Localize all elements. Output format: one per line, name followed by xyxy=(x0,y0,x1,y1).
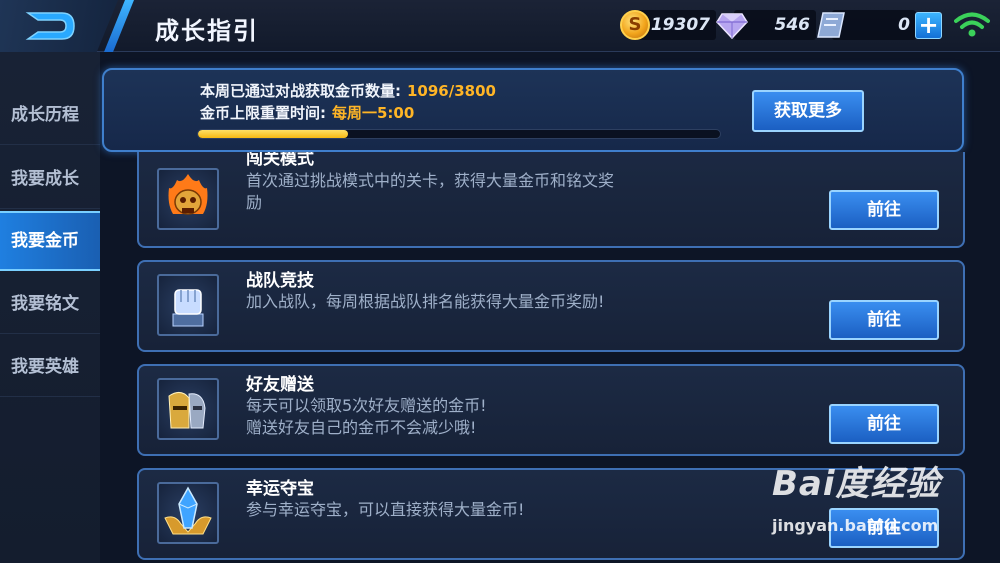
go-button-friend-gift[interactable]: 前往 xyxy=(829,404,939,444)
reset-time-label: 金币上限重置时间: xyxy=(200,104,326,122)
weekly-gold-label: 本周已通过对战获取金币数量: xyxy=(200,82,401,100)
weekly-gold-line: 本周已通过对战获取金币数量: 1096/3800 xyxy=(200,80,496,101)
voucher-amount: 0 xyxy=(898,15,910,35)
recharge-plus-button[interactable]: + xyxy=(915,12,942,39)
gold-progress-fill xyxy=(198,130,349,138)
sidebar-item-growth-history[interactable]: 成长历程 xyxy=(0,85,100,145)
task-card-team-battle: 战队竞技 加入战队，每周根据战队排名能获得大量金币奖励! 前往 xyxy=(137,260,965,352)
two-knights-icon xyxy=(157,378,219,440)
task-description: 参与幸运夺宝，可以直接获得大量金币! xyxy=(246,500,525,519)
flaming-skull-icon xyxy=(157,168,219,230)
reset-time-value: 每周一5:00 xyxy=(332,104,415,122)
task-description: 首次通过挑战模式中的关卡，获得大量金币和铭文奖励 xyxy=(246,171,615,212)
raised-fist-icon xyxy=(157,274,219,336)
page-title: 成长指引 xyxy=(155,17,259,45)
task-description-line: 每天可以领取5次好友赠送的金币! xyxy=(246,396,487,415)
gold-amount: 19307 xyxy=(650,15,710,35)
task-title: 闯关模式 xyxy=(246,152,314,169)
sidebar-item-want-inscription[interactable]: 我要铭文 xyxy=(0,274,100,334)
watermark-brand: Bai度经验 xyxy=(772,464,941,504)
task-description: 加入战队，每周根据战队排名能获得大量金币奖励! xyxy=(246,292,605,311)
baidu-jingyan-watermark: Bai度经验 jingyan.baidu.com xyxy=(772,456,941,535)
task-description-line: 赠送好友自己的金币不会减少哦! xyxy=(246,418,477,437)
task-description: 每天可以领取5次好友赠送的金币! 赠送好友自己的金币不会减少哦! xyxy=(246,395,626,439)
top-bar: 成长指引 19307 S 546 0 + xyxy=(0,0,1000,52)
task-title: 战队竞技 xyxy=(246,271,314,291)
back-button[interactable] xyxy=(0,0,118,52)
sidebar-item-want-hero[interactable]: 我要英雄 xyxy=(0,337,100,397)
voucher-card-icon xyxy=(817,12,845,38)
sidebar: 成长历程 我要成长 我要金币 我要铭文 我要英雄 xyxy=(0,52,100,563)
gold-coin-icon: S xyxy=(620,10,650,40)
weekly-gold-progress-panel: 本周已通过对战获取金币数量: 1096/3800 金币上限重置时间: 每周一5:00… xyxy=(102,68,964,152)
gold-progress-bar xyxy=(197,129,721,139)
task-card-friend-gift: 好友赠送 每天可以领取5次好友赠送的金币! 赠送好友自己的金币不会减少哦! 前往 xyxy=(137,364,965,456)
sidebar-item-want-gold[interactable]: 我要金币 xyxy=(0,211,100,271)
blue-crystal-icon xyxy=(157,482,219,544)
task-card-challenge-mode: 闯关模式 首次通过挑战模式中的关卡，获得大量金币和铭文奖励 前往 xyxy=(137,152,965,248)
reset-time-line: 金币上限重置时间: 每周一5:00 xyxy=(200,102,414,123)
watermark-url: jingyan.baidu.com xyxy=(772,516,939,535)
sidebar-item-want-growth[interactable]: 我要成长 xyxy=(0,149,100,209)
go-button-team-battle[interactable]: 前往 xyxy=(829,300,939,340)
get-more-button[interactable]: 获取更多 xyxy=(752,90,864,132)
diamond-gem-icon xyxy=(716,13,748,40)
wifi-signal-icon xyxy=(954,12,990,37)
diamond-amount: 546 xyxy=(774,15,811,35)
task-title: 幸运夺宝 xyxy=(246,479,314,499)
weekly-gold-value: 1096/3800 xyxy=(407,82,496,100)
task-title: 好友赠送 xyxy=(246,375,314,395)
go-button-challenge-mode[interactable]: 前往 xyxy=(829,190,939,230)
back-arrow-icon xyxy=(25,12,75,40)
